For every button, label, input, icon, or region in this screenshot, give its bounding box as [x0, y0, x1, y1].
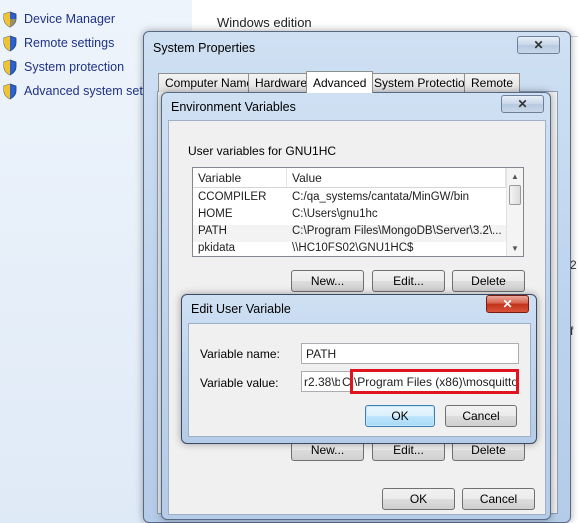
value-text-left: r2.38\bin — [304, 374, 340, 389]
value-cell: \\HC10FS02\GNU1HC$ — [292, 242, 414, 254]
close-button[interactable]: ✕ — [501, 95, 544, 113]
tab-system-protection[interactable]: System Protection — [367, 73, 479, 92]
window-title: Environment Variables — [171, 100, 296, 114]
user-variables-list[interactable]: Variable Value CCOMPILER C:/qa_systems/c… — [192, 167, 524, 257]
variable-cell: PATH — [198, 225, 227, 237]
close-button[interactable]: ✕ — [517, 36, 560, 54]
scroll-thumb[interactable] — [509, 185, 521, 205]
dialog-title: Edit User Variable — [191, 302, 291, 316]
tab-computer-name[interactable]: Computer Name — [158, 73, 261, 92]
env-ok-button[interactable]: OK — [382, 488, 455, 510]
red-highlight-annotation — [350, 369, 519, 394]
table-row[interactable]: pkidata \\HC10FS02\GNU1HC$ — [193, 242, 506, 256]
edit-ok-button[interactable]: OK — [365, 405, 435, 427]
table-row[interactable]: HOME C:\Users\gnu1hc — [193, 208, 506, 225]
scroll-up-icon[interactable]: ▲ — [507, 168, 523, 184]
user-variables-label: User variables for GNU1HC — [188, 144, 337, 158]
sidebar-link-label: System protection — [24, 60, 125, 74]
variable-cell: pkidata — [198, 242, 236, 254]
value-cell: C:/qa_systems/cantata/MinGW/bin — [292, 191, 470, 203]
shield-icon — [2, 35, 18, 52]
variable-value-label: Variable value: — [200, 376, 279, 390]
env-cancel-button[interactable]: Cancel — [462, 488, 535, 510]
variable-cell: CCOMPILER — [198, 191, 267, 203]
shield-icon — [2, 83, 18, 100]
close-icon: ✕ — [502, 297, 513, 311]
sidebar-link-remote-settings[interactable]: Remote settings — [0, 32, 114, 54]
sidebar-link-system-protection[interactable]: System protection — [0, 56, 124, 78]
window-title: System Properties — [153, 41, 256, 55]
shield-icon — [2, 59, 18, 76]
list-header: Variable Value — [193, 168, 506, 188]
edit-user-variable-button[interactable]: Edit... — [372, 270, 445, 292]
close-button[interactable]: ✕ — [486, 295, 529, 313]
value-cell: C:\Users\gnu1hc — [292, 208, 378, 220]
tab-remote[interactable]: Remote — [464, 73, 521, 92]
table-row[interactable]: PATH C:\Program Files\MongoDB\Server\3.2… — [193, 225, 506, 242]
variable-name-input[interactable]: PATH — [301, 343, 519, 364]
close-icon: ✕ — [533, 38, 544, 52]
value-cell: C:\Program Files\MongoDB\Server\3.2\... — [292, 225, 502, 237]
sidebar-link-label: Remote settings — [24, 36, 115, 50]
sidebar-link-device-manager[interactable]: Device Manager — [0, 8, 115, 30]
close-icon: ✕ — [517, 97, 528, 111]
section-title: Windows edition — [217, 15, 312, 30]
delete-user-variable-button[interactable]: Delete — [452, 270, 525, 292]
shield-icon — [2, 11, 18, 28]
tab-hardware[interactable]: Hardware — [248, 73, 315, 92]
scroll-down-icon[interactable]: ▼ — [507, 240, 523, 256]
table-row[interactable]: CCOMPILER C:/qa_systems/cantata/MinGW/bi… — [193, 191, 506, 208]
column-header-value[interactable]: Value — [287, 168, 506, 187]
variable-name-label: Variable name: — [200, 347, 280, 361]
column-header-variable[interactable]: Variable — [193, 168, 287, 187]
variable-cell: HOME — [198, 208, 233, 220]
edge-text-fragment: 2 — [570, 258, 577, 272]
new-user-variable-button[interactable]: New... — [291, 270, 364, 292]
vertical-scrollbar[interactable]: ▲ ▼ — [506, 168, 523, 256]
tab-advanced[interactable]: Advanced — [306, 71, 374, 93]
edit-cancel-button[interactable]: Cancel — [445, 405, 517, 427]
sidebar-link-label: Device Manager — [24, 12, 116, 26]
